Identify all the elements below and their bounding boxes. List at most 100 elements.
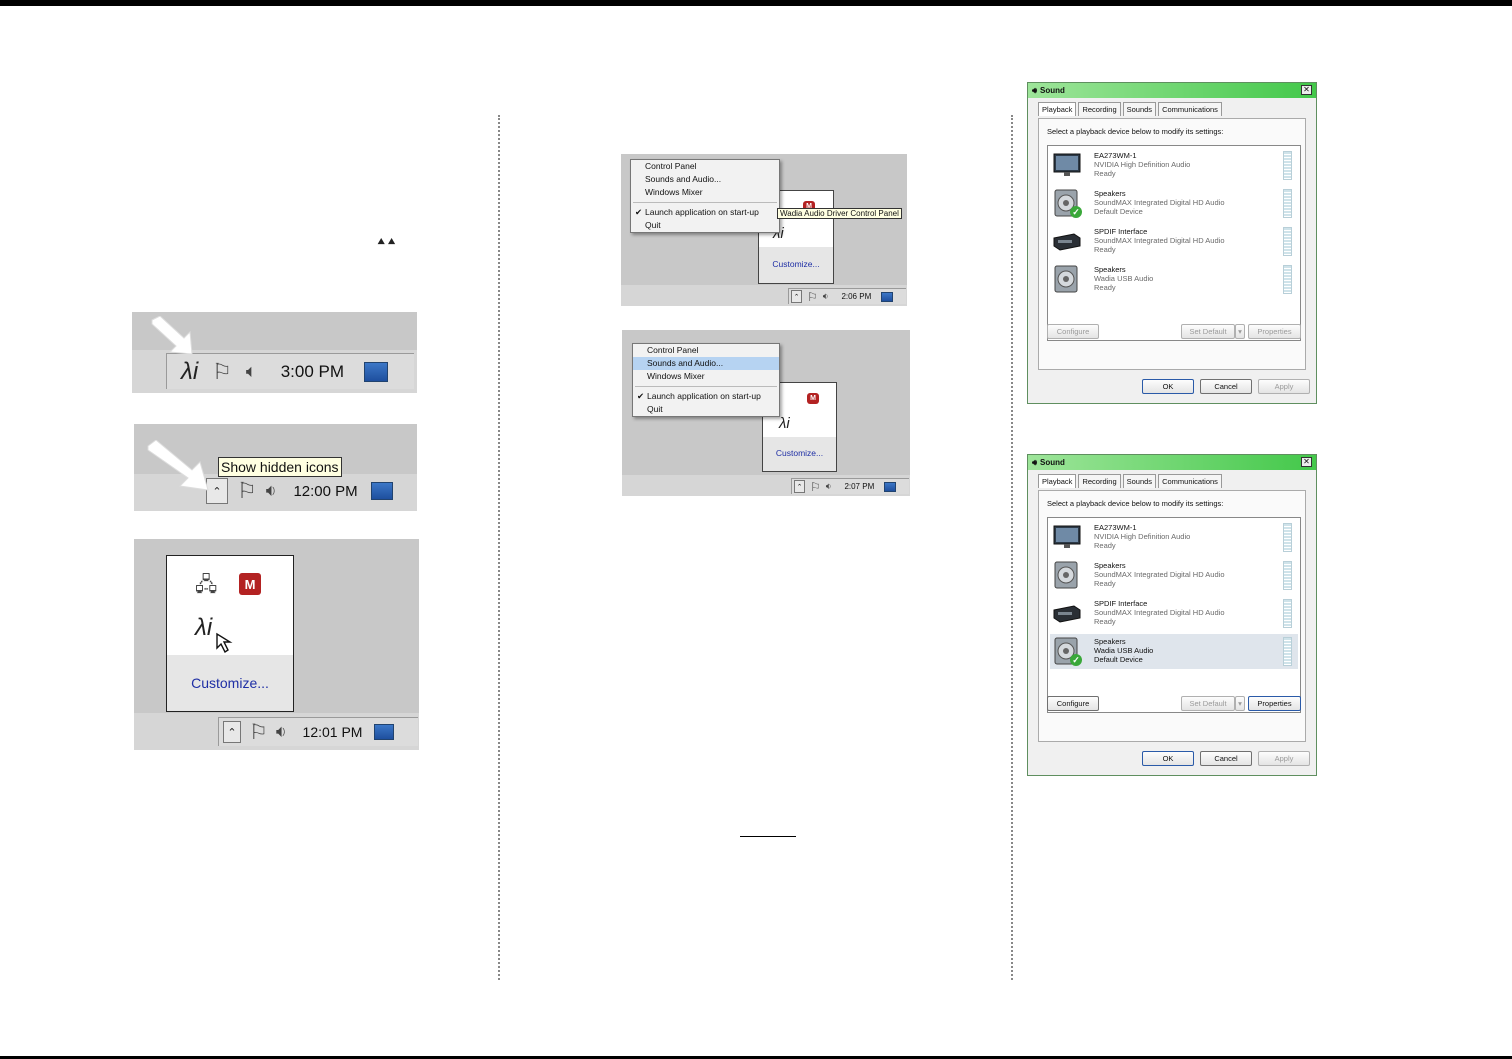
action-center-flag-icon[interactable]: ⚐ xyxy=(807,290,818,304)
menu-item-control-panel[interactable]: Control Panel xyxy=(631,160,779,173)
tab-communications[interactable]: Communications xyxy=(1158,102,1222,116)
volume-meter xyxy=(1283,599,1292,628)
configure-button[interactable]: Configure xyxy=(1047,696,1099,711)
mcafee-shield-icon[interactable]: M xyxy=(239,573,261,595)
set-default-button[interactable]: Set Default xyxy=(1181,324,1235,339)
action-center-flag-icon[interactable]: ⚐ xyxy=(212,359,232,385)
column-divider xyxy=(498,115,500,980)
device-list: EA273WM-1 NVIDIA High Definition Audio R… xyxy=(1047,145,1301,341)
device-status: Default Device xyxy=(1094,207,1143,216)
device-name: SPDIF Interface xyxy=(1094,599,1148,608)
customize-link[interactable]: Customize... xyxy=(167,655,293,711)
menu-item-quit[interactable]: Quit xyxy=(633,403,779,416)
device-item[interactable]: ✓ Speakers SoundMAX Integrated Digital H… xyxy=(1050,186,1298,221)
apply-button[interactable]: Apply xyxy=(1258,751,1310,766)
wadia-lambda-icon[interactable]: λi xyxy=(195,614,212,642)
device-status: Ready xyxy=(1094,617,1116,626)
cancel-button[interactable]: Cancel xyxy=(1200,751,1252,766)
clock[interactable]: 3:00 PM xyxy=(281,362,344,382)
properties-button[interactable]: Properties xyxy=(1248,324,1301,339)
speaker-icon[interactable]: 🔉︎ xyxy=(276,722,287,742)
menu-separator xyxy=(633,202,777,203)
mcafee-shield-icon[interactable]: M xyxy=(807,393,819,404)
dialog-titlebar: 🔊︎ Sound xyxy=(1028,83,1316,98)
ok-button[interactable]: OK xyxy=(1142,751,1194,766)
notification-area: ⌃ ⚐ 🔉︎ 2:07 PM xyxy=(791,478,909,494)
volume-meter xyxy=(1283,637,1292,666)
show-desktop-button[interactable] xyxy=(884,481,897,492)
playback-panel: Select a playback device below to modify… xyxy=(1038,490,1306,742)
menu-item-sounds-and-audio[interactable]: Sounds and Audio... xyxy=(631,173,779,186)
clock[interactable]: 12:01 PM xyxy=(303,724,363,740)
show-hidden-icons-chevron-icon: ⯅⯅ xyxy=(376,234,397,249)
menu-item-control-panel[interactable]: Control Panel xyxy=(633,344,779,357)
show-hidden-icons-button[interactable]: ⌃ xyxy=(791,290,802,303)
action-center-flag-icon[interactable]: ⚐ xyxy=(810,480,821,494)
device-item[interactable]: SPDIF Interface SoundMAX Integrated Digi… xyxy=(1050,596,1298,631)
cancel-button[interactable]: Cancel xyxy=(1200,379,1252,394)
default-device-check-icon: ✓ xyxy=(1070,654,1082,666)
show-hidden-icons-button[interactable]: ⌃ xyxy=(794,480,805,493)
set-default-dropdown-icon[interactable]: ▾ xyxy=(1235,324,1245,339)
notification-area: λi ⚐ 🔈︎ 3:00 PM xyxy=(166,353,414,389)
menu-item-launch-on-startup[interactable]: ✔ Launch application on start-up xyxy=(631,206,779,219)
device-item[interactable]: Speakers SoundMAX Integrated Digital HD … xyxy=(1050,558,1298,593)
tab-sounds[interactable]: Sounds xyxy=(1122,102,1157,116)
device-item[interactable]: ✓ Speakers Wadia USB Audio Default Devic… xyxy=(1050,634,1298,669)
configure-button[interactable]: Configure xyxy=(1047,324,1099,339)
apply-button[interactable]: Apply xyxy=(1258,379,1310,394)
menu-item-sounds-and-audio[interactable]: Sounds and Audio... xyxy=(633,357,779,370)
context-menu-screenshot: λi M Customize... Control Panel Sounds a… xyxy=(621,154,907,306)
volume-meter xyxy=(1283,189,1292,218)
tab-playback[interactable]: Playback xyxy=(1038,474,1077,488)
playback-panel: Select a playback device below to modify… xyxy=(1038,118,1306,370)
speaker-icon[interactable]: 🔉︎ xyxy=(823,291,829,302)
device-name: SPDIF Interface xyxy=(1094,227,1148,236)
tab-communications[interactable]: Communications xyxy=(1158,474,1222,488)
speaker-icon[interactable]: 🔉︎ xyxy=(266,481,277,501)
context-menu: Control Panel Sounds and Audio... Window… xyxy=(630,159,780,233)
action-center-flag-icon[interactable]: ⚐ xyxy=(237,478,257,504)
show-desktop-button[interactable] xyxy=(364,361,389,382)
device-item[interactable]: SPDIF Interface SoundMAX Integrated Digi… xyxy=(1050,224,1298,259)
instruction-text: Select a playback device below to modify… xyxy=(1047,127,1224,136)
clock[interactable]: 2:06 PM xyxy=(841,292,871,301)
menu-item-windows-mixer[interactable]: Windows Mixer xyxy=(633,370,779,383)
customize-link[interactable]: Customize... xyxy=(759,247,833,283)
action-center-flag-icon[interactable]: ⚐ xyxy=(249,720,268,745)
set-default-dropdown-icon[interactable]: ▾ xyxy=(1235,696,1245,711)
dialog-title: Sound xyxy=(1040,458,1065,467)
close-icon[interactable]: ✕ xyxy=(1301,85,1312,95)
speaker-icon[interactable]: 🔈︎ xyxy=(246,361,257,382)
speaker-device-icon xyxy=(1054,265,1078,293)
device-item[interactable]: EA273WM-1 NVIDIA High Definition Audio R… xyxy=(1050,520,1298,555)
volume-meter xyxy=(1283,227,1292,256)
show-desktop-button[interactable] xyxy=(374,724,395,740)
properties-button[interactable]: Properties xyxy=(1248,696,1301,711)
set-default-button[interactable]: Set Default xyxy=(1181,696,1235,711)
speaker-icon[interactable]: 🔉︎ xyxy=(826,481,832,492)
device-item[interactable]: EA273WM-1 NVIDIA High Definition Audio R… xyxy=(1050,148,1298,183)
tab-recording[interactable]: Recording xyxy=(1078,102,1121,116)
device-status: Ready xyxy=(1094,169,1116,178)
tab-sounds[interactable]: Sounds xyxy=(1122,474,1157,488)
show-desktop-button[interactable] xyxy=(881,291,894,302)
menu-item-windows-mixer[interactable]: Windows Mixer xyxy=(631,186,779,199)
network-adapter-icon[interactable]: 🖧︎ xyxy=(195,570,217,604)
close-icon[interactable]: ✕ xyxy=(1301,457,1312,467)
clock[interactable]: 2:07 PM xyxy=(844,482,874,491)
show-hidden-icons-button[interactable]: ⌃ xyxy=(223,721,241,743)
tab-playback[interactable]: Playback xyxy=(1038,102,1077,116)
sound-icon: 🔊︎ xyxy=(1032,457,1038,467)
device-item[interactable]: Speakers Wadia USB Audio Ready xyxy=(1050,262,1298,297)
wadia-lambda-icon[interactable]: λi xyxy=(181,358,198,386)
menu-item-quit[interactable]: Quit xyxy=(631,219,779,232)
customize-link[interactable]: Customize... xyxy=(763,437,836,471)
ok-button[interactable]: OK xyxy=(1142,379,1194,394)
tab-recording[interactable]: Recording xyxy=(1078,474,1121,488)
wadia-lambda-icon[interactable]: λi xyxy=(779,415,790,432)
show-desktop-button[interactable] xyxy=(370,482,393,500)
mouse-cursor-icon xyxy=(216,632,233,654)
clock[interactable]: 12:00 PM xyxy=(293,483,357,500)
menu-item-launch-on-startup[interactable]: ✔ Launch application on start-up xyxy=(633,390,779,403)
